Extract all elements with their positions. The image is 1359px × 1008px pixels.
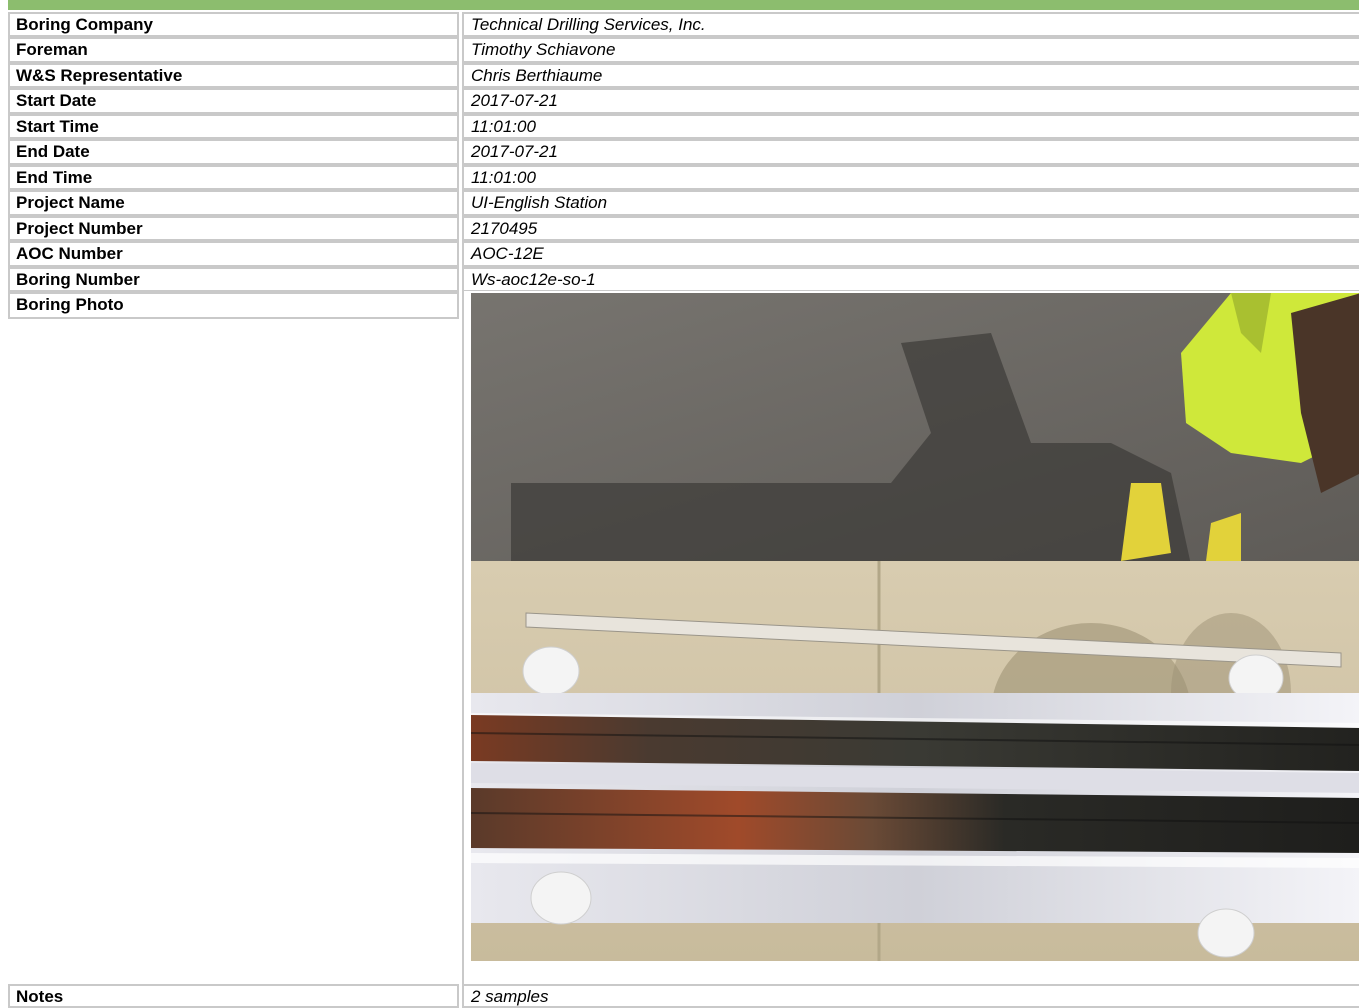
row-project-name: Project Name UI-English Station	[0, 190, 1359, 216]
row-boring-company: Boring Company Technical Drilling Servic…	[0, 12, 1359, 37]
field-value: 11:01:00	[462, 114, 1359, 139]
field-value: AOC-12E	[462, 241, 1359, 267]
row-start-date: Start Date 2017-07-21	[0, 88, 1359, 114]
field-label: Boring Number	[8, 267, 459, 292]
row-end-date: End Date 2017-07-21	[0, 139, 1359, 165]
field-value: 2017-07-21	[462, 88, 1359, 114]
field-label: End Time	[8, 165, 459, 190]
row-aoc-number: AOC Number AOC-12E	[0, 241, 1359, 267]
row-ws-representative: W&S Representative Chris Berthiaume	[0, 63, 1359, 88]
boring-photo	[471, 293, 1359, 961]
field-label: Project Name	[8, 190, 459, 216]
field-label: AOC Number	[8, 241, 459, 267]
field-value: Chris Berthiaume	[462, 63, 1359, 88]
row-notes: Notes 2 samples	[0, 984, 1359, 1008]
field-value: Timothy Schiavone	[462, 37, 1359, 63]
field-value: 11:01:00	[462, 165, 1359, 190]
field-value: UI-English Station	[462, 190, 1359, 216]
photo-cell	[462, 291, 1359, 984]
field-value: Ws-aoc12e-so-1	[462, 267, 1359, 292]
header-bar	[8, 0, 1359, 10]
field-label: Notes	[8, 984, 459, 1008]
field-value: 2170495	[462, 216, 1359, 241]
field-label: Boring Photo	[8, 292, 459, 319]
field-label: Foreman	[8, 37, 459, 63]
row-project-number: Project Number 2170495	[0, 216, 1359, 241]
field-label: W&S Representative	[8, 63, 459, 88]
row-boring-number: Boring Number Ws-aoc12e-so-1	[0, 267, 1359, 292]
field-label: End Date	[8, 139, 459, 165]
field-label: Boring Company	[8, 12, 459, 37]
field-value: Technical Drilling Services, Inc.	[462, 12, 1359, 37]
field-label: Start Date	[8, 88, 459, 114]
row-end-time: End Time 11:01:00	[0, 165, 1359, 190]
field-label: Start Time	[8, 114, 459, 139]
row-start-time: Start Time 11:01:00	[0, 114, 1359, 139]
field-value: 2017-07-21	[462, 139, 1359, 165]
field-label: Project Number	[8, 216, 459, 241]
field-value: 2 samples	[462, 984, 1359, 1008]
row-foreman: Foreman Timothy Schiavone	[0, 37, 1359, 63]
